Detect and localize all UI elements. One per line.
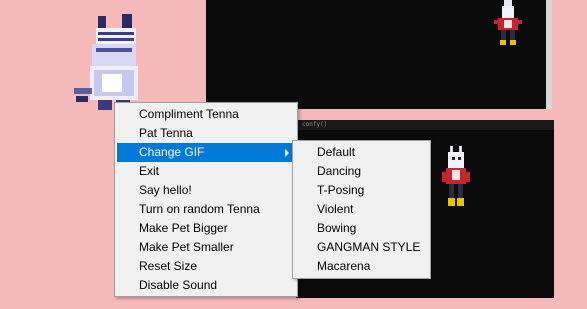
menu-item-exit[interactable]: Exit <box>117 162 295 181</box>
submenu-item-gangman-style[interactable]: GANGMAN STYLE <box>295 238 428 257</box>
menu-item-pat-tenna[interactable]: Pat Tenna <box>117 124 295 143</box>
code-text: confy() <box>302 121 328 128</box>
submenu-item-t-posing[interactable]: T-Posing <box>295 181 428 200</box>
scrollbar[interactable] <box>546 0 552 109</box>
submenu-item-macarena[interactable]: Macarena <box>295 257 428 276</box>
menu-item-say-hello[interactable]: Say hello! <box>117 181 295 200</box>
menu-item-make-pet-smaller[interactable]: Make Pet Smaller <box>117 238 295 257</box>
tenna-sprite-small-bottom <box>442 146 470 206</box>
background-window-top <box>206 0 552 109</box>
menu-item-compliment-tenna[interactable]: Compliment Tenna <box>117 105 295 124</box>
menu-item-turn-on-random-tenna[interactable]: Turn on random Tenna <box>117 200 295 219</box>
context-menu: Compliment Tenna Pat Tenna Change GIF Ex… <box>114 102 298 297</box>
submenu-item-dancing[interactable]: Dancing <box>295 162 428 181</box>
submenu-item-violent[interactable]: Violent <box>295 200 428 219</box>
menu-item-change-gif[interactable]: Change GIF <box>117 143 295 162</box>
menu-item-make-pet-bigger[interactable]: Make Pet Bigger <box>117 219 295 238</box>
code-strip: confy() <box>296 120 554 130</box>
menu-item-disable-sound[interactable]: Disable Sound <box>117 276 295 295</box>
tenna-sprite-small-top <box>494 0 522 45</box>
menu-item-label: Change GIF <box>139 145 205 159</box>
tenna-desktop-pet[interactable] <box>72 14 142 112</box>
menu-item-reset-size[interactable]: Reset Size <box>117 257 295 276</box>
gif-submenu: Default Dancing T-Posing Violent Bowing … <box>292 140 431 279</box>
submenu-item-bowing[interactable]: Bowing <box>295 219 428 238</box>
submenu-arrow-icon <box>285 149 289 157</box>
submenu-item-default[interactable]: Default <box>295 143 428 162</box>
